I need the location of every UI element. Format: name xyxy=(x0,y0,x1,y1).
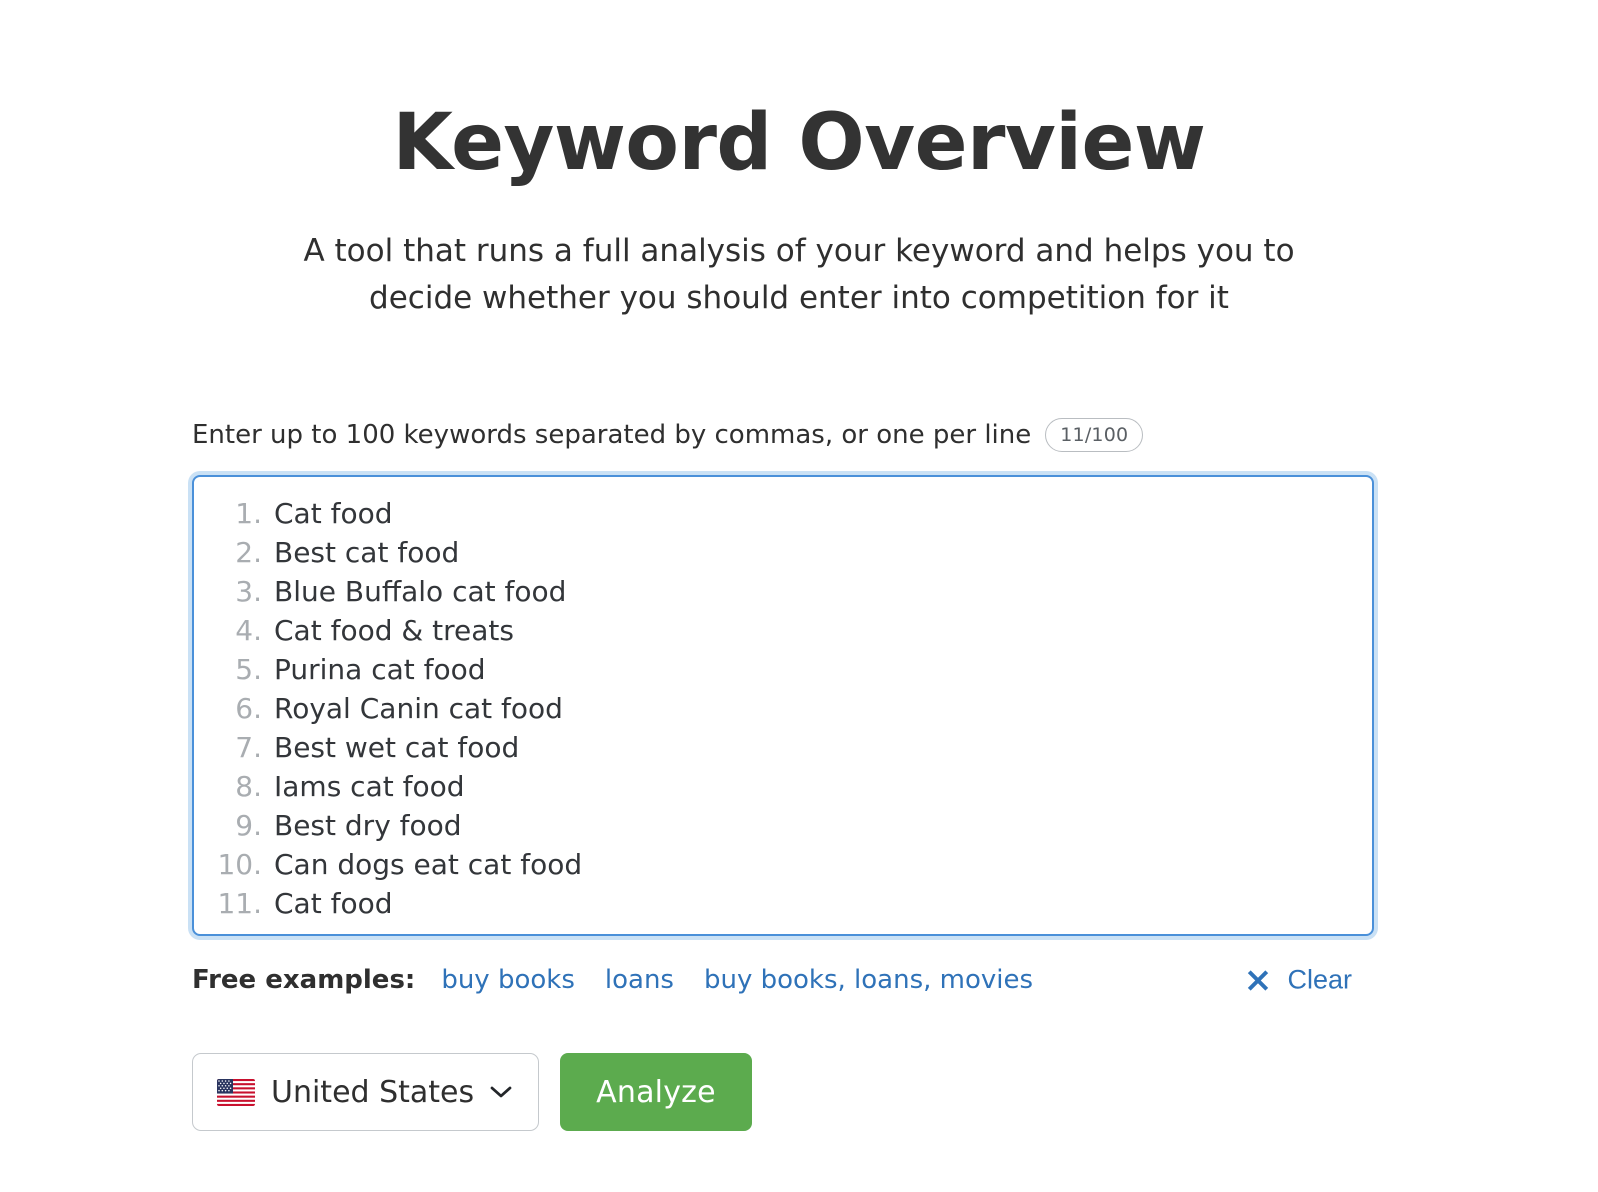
clear-button[interactable]: Clear xyxy=(1244,965,1352,996)
list-item: 8. Iams cat food xyxy=(212,767,1354,806)
keyword-number: 11. xyxy=(212,884,274,923)
keyword-overview-page: Keyword Overview A tool that runs a full… xyxy=(0,0,1598,1192)
bottom-controls: United States Analyze xyxy=(192,1053,752,1131)
list-item: 7. Best wet cat food xyxy=(212,728,1354,767)
keywords-field-label: Enter up to 100 keywords separated by co… xyxy=(192,420,1031,450)
analyze-button[interactable]: Analyze xyxy=(560,1053,752,1131)
keyword-text: Can dogs eat cat food xyxy=(274,845,582,884)
keyword-text: Purina cat food xyxy=(274,650,486,689)
keywords-textarea[interactable]: 1. Cat food 2. Best cat food 3. Blue Buf… xyxy=(192,475,1374,936)
field-label-row: Enter up to 100 keywords separated by co… xyxy=(192,415,1374,455)
country-name: United States xyxy=(271,1075,474,1110)
keyword-number: 1. xyxy=(212,494,274,533)
us-flag-icon xyxy=(217,1079,255,1106)
examples-row: Free examples: buy books loans buy books… xyxy=(192,958,1374,1002)
country-select[interactable]: United States xyxy=(192,1053,539,1131)
keyword-text: Blue Buffalo cat food xyxy=(274,572,566,611)
keyword-number: 8. xyxy=(212,767,274,806)
keyword-text: Cat food & treats xyxy=(274,611,514,650)
keyword-text: Best wet cat food xyxy=(274,728,519,767)
keyword-counter-badge: 11/100 xyxy=(1045,418,1143,452)
list-item: 4. Cat food & treats xyxy=(212,611,1354,650)
keyword-text: Royal Canin cat food xyxy=(274,689,563,728)
keyword-number: 5. xyxy=(212,650,274,689)
list-item: 9. Best dry food xyxy=(212,806,1354,845)
example-link-loans[interactable]: loans xyxy=(605,965,674,995)
keyword-text: Cat food xyxy=(274,494,392,533)
keyword-number: 9. xyxy=(212,806,274,845)
keyword-list: 1. Cat food 2. Best cat food 3. Blue Buf… xyxy=(212,494,1354,923)
keyword-number: 6. xyxy=(212,689,274,728)
keyword-text: Best dry food xyxy=(274,806,462,845)
list-item: 1. Cat food xyxy=(212,494,1354,533)
page-subtitle: A tool that runs a full analysis of your… xyxy=(284,228,1314,322)
page-title: Keyword Overview xyxy=(0,104,1598,182)
example-link-buy-books[interactable]: buy books xyxy=(441,965,575,995)
hero-section: Keyword Overview A tool that runs a full… xyxy=(0,0,1598,322)
example-link-buy-books-loans-movies[interactable]: buy books, loans, movies xyxy=(704,965,1033,995)
keyword-number: 4. xyxy=(212,611,274,650)
keyword-text: Iams cat food xyxy=(274,767,465,806)
list-item: 5. Purina cat food xyxy=(212,650,1354,689)
keyword-number: 10. xyxy=(212,845,274,884)
close-x-icon xyxy=(1244,966,1272,994)
list-item: 10. Can dogs eat cat food xyxy=(212,845,1354,884)
free-examples-label: Free examples: xyxy=(192,965,415,995)
keyword-number: 3. xyxy=(212,572,274,611)
list-item: 6. Royal Canin cat food xyxy=(212,689,1354,728)
keyword-number: 2. xyxy=(212,533,274,572)
list-item: 11. Cat food xyxy=(212,884,1354,923)
keyword-number: 7. xyxy=(212,728,274,767)
chevron-down-icon xyxy=(490,1085,512,1099)
list-item: 3. Blue Buffalo cat food xyxy=(212,572,1354,611)
list-item: 2. Best cat food xyxy=(212,533,1354,572)
keyword-text: Cat food xyxy=(274,884,392,923)
keyword-form: Enter up to 100 keywords separated by co… xyxy=(192,415,1374,1002)
keyword-text: Best cat food xyxy=(274,533,459,572)
clear-label: Clear xyxy=(1287,965,1352,996)
